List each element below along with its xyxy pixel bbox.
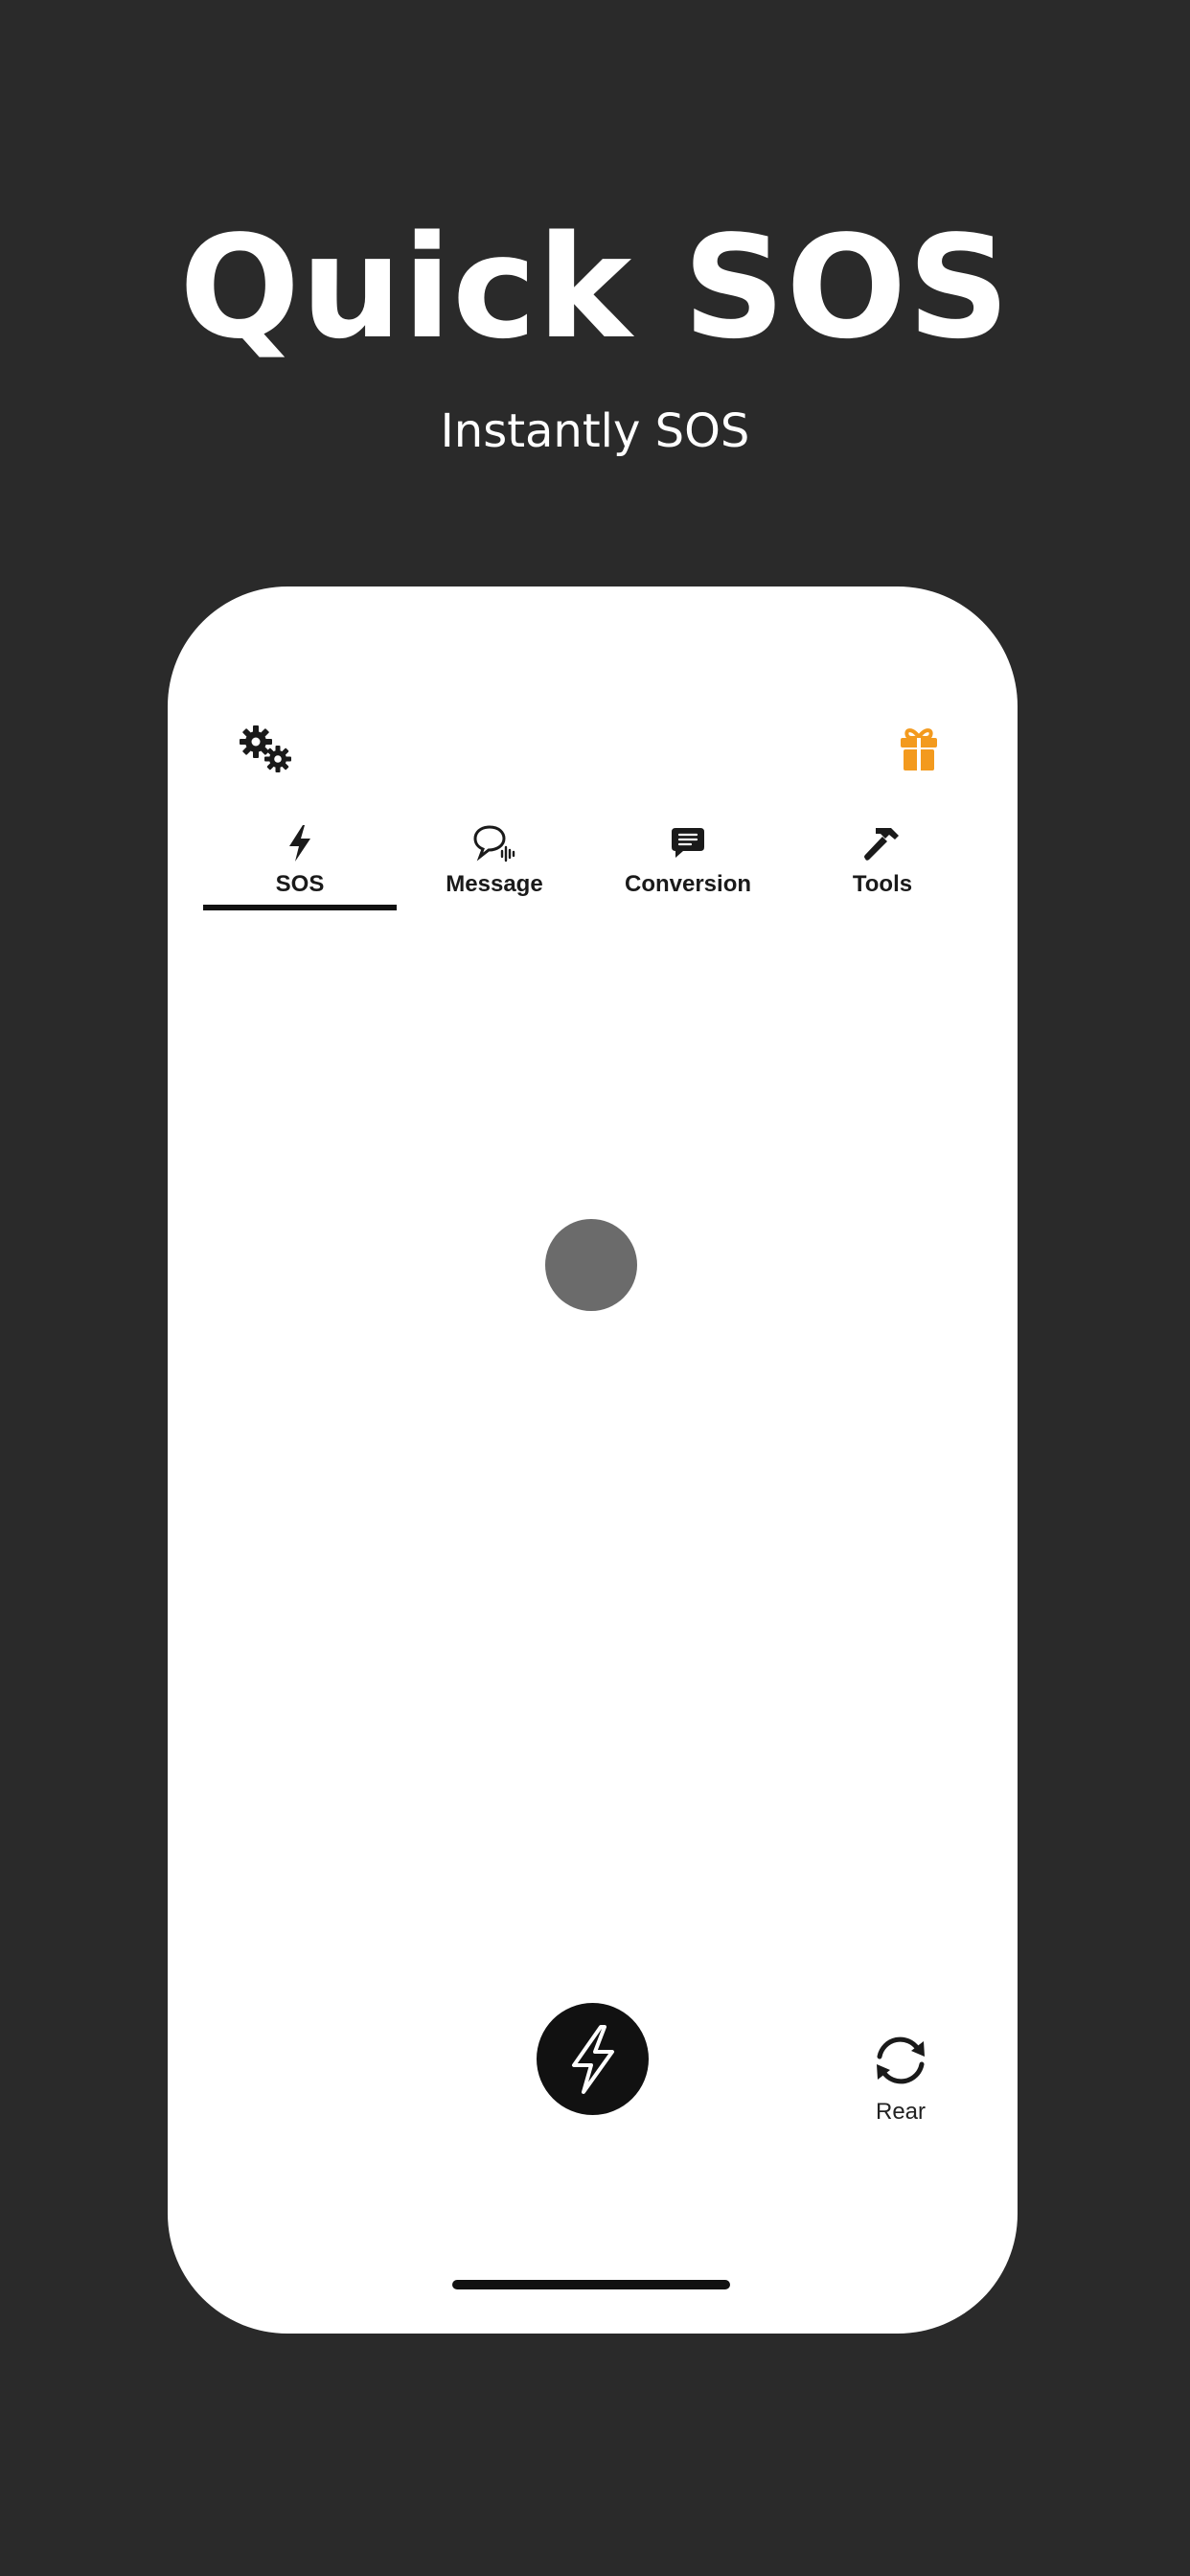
tab-message[interactable]: Message bbox=[398, 809, 591, 914]
bolt-icon bbox=[289, 825, 310, 862]
app-title: Quick SOS bbox=[179, 205, 1011, 370]
gift-icon bbox=[901, 728, 937, 770]
hammer-icon bbox=[864, 828, 899, 861]
gears-icon bbox=[240, 725, 291, 772]
chat-text-icon bbox=[672, 828, 704, 858]
rear-label: Rear bbox=[875, 2099, 927, 2125]
rear-camera-button[interactable]: Rear bbox=[848, 2034, 953, 2139]
tab-selected-underline bbox=[203, 905, 397, 910]
app-subtitle: Instantly SOS bbox=[440, 404, 750, 458]
phone-screen: SOS Message Conversion Tools Rear bbox=[168, 586, 1018, 2334]
tab-label: Tools bbox=[852, 871, 913, 897]
tab-label: Conversion bbox=[624, 871, 752, 897]
gift-button[interactable] bbox=[899, 725, 939, 771]
voice-bubble-icon bbox=[473, 825, 515, 862]
tab-label: SOS bbox=[275, 871, 325, 897]
tab-label: Message bbox=[446, 871, 543, 897]
settings-button[interactable] bbox=[237, 723, 298, 778]
flash-indicator bbox=[545, 1219, 637, 1311]
tab-tools[interactable]: Tools bbox=[786, 809, 979, 914]
tab-conversion[interactable]: Conversion bbox=[591, 809, 785, 914]
home-indicator bbox=[452, 2280, 730, 2289]
flash-button[interactable] bbox=[537, 2003, 649, 2115]
rotate-camera-icon bbox=[877, 2036, 925, 2084]
bolt-icon bbox=[571, 2024, 614, 2094]
tab-bar: SOS Message Conversion Tools bbox=[203, 809, 979, 914]
tab-sos[interactable]: SOS bbox=[203, 809, 397, 914]
